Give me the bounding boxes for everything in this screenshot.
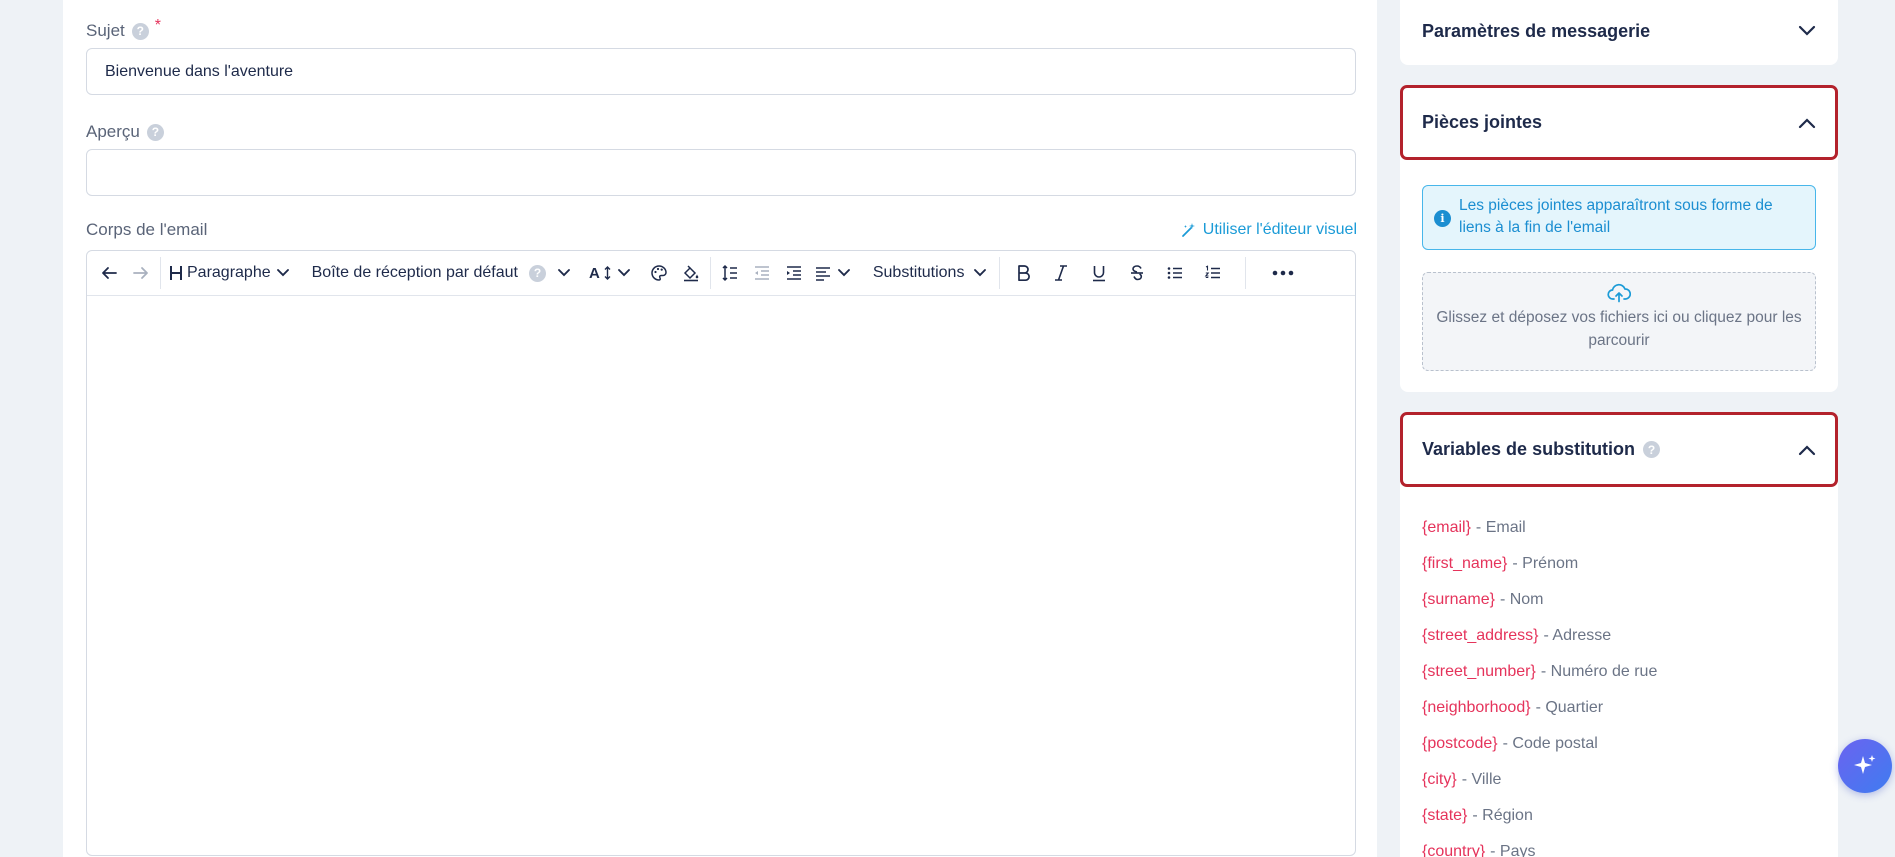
help-icon[interactable]: ? — [146, 123, 164, 141]
underline-icon — [1093, 266, 1106, 282]
chevron-down-icon — [276, 269, 289, 277]
list-item[interactable]: {first_name} - Prénom — [1422, 546, 1657, 582]
palette-icon — [651, 265, 667, 281]
toolbar-divider — [160, 257, 161, 289]
visual-editor-link[interactable]: Utiliser l'éditeur visuel — [1181, 221, 1357, 239]
undo-button[interactable] — [93, 257, 125, 289]
line-height-button[interactable] — [714, 257, 746, 289]
more-dots-icon — [1273, 270, 1294, 276]
align-dropdown[interactable] — [810, 257, 855, 289]
chevron-down-icon — [558, 269, 570, 277]
list-item[interactable]: {surname} - Nom — [1422, 582, 1657, 618]
italic-button[interactable] — [1045, 257, 1077, 289]
highlight-color-button[interactable] — [675, 257, 707, 289]
help-icon[interactable]: ? — [131, 22, 149, 40]
chevron-up-icon — [1798, 117, 1816, 128]
numbered-list-icon — [1205, 265, 1221, 279]
editor-content-area[interactable] — [87, 296, 1355, 856]
messaging-params-card: Paramètres de messagerie — [1400, 0, 1838, 65]
info-icon: i — [1434, 210, 1451, 227]
help-icon[interactable]: ? — [1643, 441, 1661, 458]
list-item[interactable]: {street_address} - Adresse — [1422, 618, 1657, 654]
align-left-icon — [815, 267, 830, 281]
preview-label: Aperçu ? — [86, 122, 164, 142]
file-drop-zone[interactable]: Glissez et déposez vos fichiers ici ou c… — [1422, 272, 1816, 371]
chevron-down-icon — [617, 269, 630, 277]
list-item[interactable]: {country} - Pays — [1422, 834, 1657, 857]
chevron-down-icon — [837, 269, 850, 277]
indent-icon — [786, 266, 801, 280]
outdent-button[interactable] — [746, 257, 778, 289]
chevron-down-icon — [974, 269, 987, 277]
heading-icon — [170, 266, 182, 280]
variables-list: {email} - Email {first_name} - Prénom {sur… — [1422, 510, 1657, 857]
indent-button[interactable] — [778, 257, 810, 289]
bullet-list-button[interactable] — [1159, 257, 1191, 289]
toolbar-divider — [1245, 257, 1247, 289]
list-item[interactable]: {neighborhood} - Quartier — [1422, 690, 1657, 726]
upload-cloud-icon — [1607, 283, 1631, 303]
redo-button[interactable] — [125, 257, 157, 289]
toolbar-divider — [999, 257, 1001, 289]
subject-label: Sujet ? * — [86, 17, 161, 40]
subject-input[interactable]: Bienvenue dans l'aventure — [86, 48, 1356, 95]
chevron-down-icon — [1798, 25, 1816, 36]
help-icon[interactable]: ? — [529, 264, 546, 282]
messaging-params-header[interactable]: Paramètres de messagerie — [1400, 0, 1838, 62]
outdent-icon — [754, 266, 769, 280]
more-options-button[interactable] — [1267, 257, 1299, 289]
body-label: Corps de l'email — [86, 220, 208, 239]
toolbar-divider — [709, 257, 711, 289]
editor-toolbar: Paragraphe Boîte de réception par défaut… — [87, 251, 1355, 296]
arrow-right-icon — [133, 267, 148, 279]
email-form: Sujet ? * Bienvenue dans l'aventure Aper… — [63, 0, 1377, 857]
sparkle-icon — [1854, 755, 1876, 774]
font-size-dropdown[interactable]: A — [585, 257, 635, 289]
preview-input[interactable] — [86, 149, 1356, 196]
underline-button[interactable] — [1083, 257, 1115, 289]
variables-header[interactable]: Variables de substitution ? — [1400, 412, 1838, 487]
list-item[interactable]: {street_number} - Numéro de rue — [1422, 654, 1657, 690]
numbered-list-button[interactable] — [1197, 257, 1229, 289]
attachments-info-box: i Les pièces jointes apparaîtront sous f… — [1422, 185, 1816, 250]
list-item[interactable]: {postcode} - Code postal — [1422, 726, 1657, 762]
chevron-up-icon — [1798, 444, 1816, 455]
strikethrough-icon — [1131, 265, 1144, 281]
magic-wand-icon — [1181, 223, 1195, 237]
list-item[interactable]: {city} - Ville — [1422, 762, 1657, 798]
list-item[interactable]: {state} - Région — [1422, 798, 1657, 834]
ai-assistant-button[interactable] — [1838, 739, 1892, 793]
line-height-icon — [722, 264, 737, 282]
inbox-dropdown[interactable]: Boîte de réception par défaut ? — [308, 257, 575, 289]
bold-button[interactable] — [1007, 257, 1039, 289]
italic-icon — [1055, 265, 1068, 281]
paint-bucket-icon — [683, 265, 699, 282]
required-marker: * — [154, 17, 161, 34]
attachments-header[interactable]: Pièces jointes — [1400, 85, 1838, 160]
text-color-button[interactable] — [643, 257, 675, 289]
list-item[interactable]: {email} - Email — [1422, 510, 1657, 546]
bold-icon — [1018, 265, 1031, 282]
arrow-left-icon — [102, 267, 117, 279]
rich-text-editor: Paragraphe Boîte de réception par défaut… — [86, 250, 1356, 856]
bullet-list-icon — [1168, 267, 1183, 279]
resize-arrows-icon — [604, 266, 611, 280]
paragraph-dropdown[interactable]: Paragraphe — [164, 257, 294, 289]
strikethrough-button[interactable] — [1121, 257, 1153, 289]
substitutions-dropdown[interactable]: Substitutions — [869, 257, 992, 289]
